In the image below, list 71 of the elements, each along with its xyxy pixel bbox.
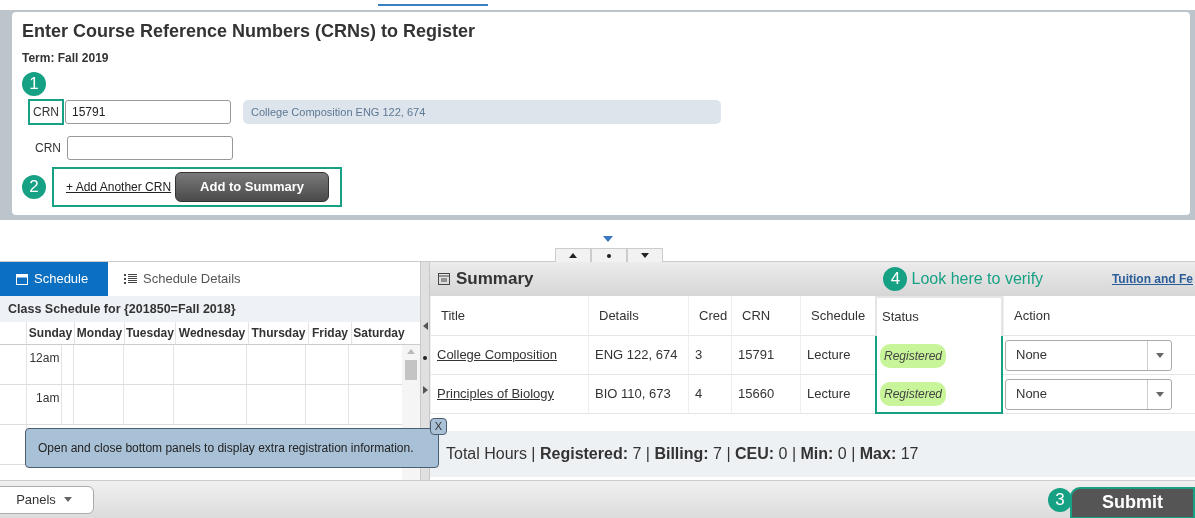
- splitter-button[interactable]: [627, 248, 663, 262]
- time-label: 1am: [25, 385, 62, 424]
- list-icon: [124, 273, 137, 285]
- column-header: Cred: [699, 306, 728, 325]
- day-header: Sunday: [26, 322, 74, 344]
- day-header: Wednesday: [175, 322, 248, 344]
- scrollbar-thumb[interactable]: [405, 360, 417, 380]
- tooltip-text: Open and close bottom panels to display extra registration information.: [38, 440, 414, 457]
- table-cell-text: 15660: [738, 385, 775, 404]
- course-description: College Composition ENG 122, 674: [243, 100, 721, 124]
- column-header: CRN: [742, 306, 771, 325]
- day-header: Tuesday: [124, 322, 175, 344]
- add-to-summary-button[interactable]: Add to Summary: [175, 172, 330, 202]
- caret-right-icon: [422, 386, 428, 394]
- table-cell-text: 3: [695, 346, 703, 365]
- summary-title: Summary: [456, 268, 534, 291]
- table-cell-text: Lecture: [807, 346, 851, 365]
- action-select[interactable]: None: [1005, 378, 1172, 410]
- splitter-button[interactable]: [555, 248, 591, 262]
- caret-icon: [63, 497, 72, 502]
- table-cell-text: 15791: [738, 346, 775, 365]
- step-badge: 2: [22, 175, 46, 199]
- schedule-heading: Class Schedule for {201850=Fall 2018}: [0, 296, 420, 322]
- crn-label: CRN: [34, 140, 62, 157]
- table-icon: [438, 273, 450, 285]
- table-cell-text: ENG 122, 674: [595, 346, 678, 365]
- column-header: Status: [882, 308, 919, 327]
- close-button[interactable]: X: [430, 418, 447, 435]
- collapse-arrow-icon[interactable]: [602, 236, 613, 242]
- column-header: Schedule: [811, 306, 866, 325]
- caret-up-icon: [407, 349, 415, 354]
- callout-text: Look here to verify: [911, 269, 1044, 289]
- page-title: Enter Course Reference Numbers (CRNs) to Register: [22, 20, 477, 42]
- caret-icon: [1155, 352, 1164, 358]
- add-crn-link[interactable]: + Add Another CRN: [66, 178, 172, 196]
- dot-icon: [607, 253, 611, 258]
- time-label: 12am: [25, 345, 62, 384]
- table-cell-text: BIO 110, 673: [595, 385, 671, 404]
- caret-icon: [1155, 391, 1164, 397]
- submit-button[interactable]: Submit: [1070, 486, 1195, 518]
- step-badge: 3: [1048, 487, 1072, 512]
- step-badge: 1: [22, 72, 46, 96]
- crn-field[interactable]: 15791: [65, 100, 231, 124]
- panels-button[interactable]: Panels: [0, 485, 94, 514]
- column-header: Action: [1014, 306, 1051, 325]
- dot-icon: [423, 356, 427, 360]
- day-header: Thursday: [248, 322, 308, 344]
- total-hours-text: Total Hours | Registered: 7 | Billing: 7 | CEU: 0 | Min: 0 | Max: 17: [446, 444, 919, 464]
- status-pill: Registered: [880, 343, 947, 368]
- crn-label: CRN: [28, 99, 64, 125]
- panel-tab[interactable]: Schedule: [0, 262, 108, 296]
- day-header: Monday: [74, 322, 124, 344]
- column-header: Title: [441, 306, 466, 325]
- tuition-link[interactable]: Tuition and Fe: [1111, 270, 1195, 288]
- day-header: Friday: [308, 322, 351, 344]
- crn-field[interactable]: [67, 136, 233, 160]
- action-select[interactable]: None: [1005, 339, 1172, 371]
- table-cell-text: 4: [695, 385, 703, 404]
- day-header: Saturday: [351, 322, 406, 344]
- term-label: Term: Fall 2019: [22, 50, 110, 66]
- course-title-link[interactable]: College Composition: [437, 345, 557, 365]
- course-title-link[interactable]: Principles of Biology: [437, 384, 555, 404]
- calendar-icon: [16, 273, 28, 285]
- caret-up-icon: [569, 253, 577, 258]
- status-pill: Registered: [880, 381, 947, 406]
- table-cell-text: Lecture: [807, 385, 851, 404]
- caret-down-icon: [641, 253, 649, 258]
- column-header: Details: [599, 306, 639, 325]
- step-badge: 4: [883, 267, 908, 291]
- splitter-button[interactable]: [591, 248, 627, 262]
- caret-left-icon: [422, 322, 428, 330]
